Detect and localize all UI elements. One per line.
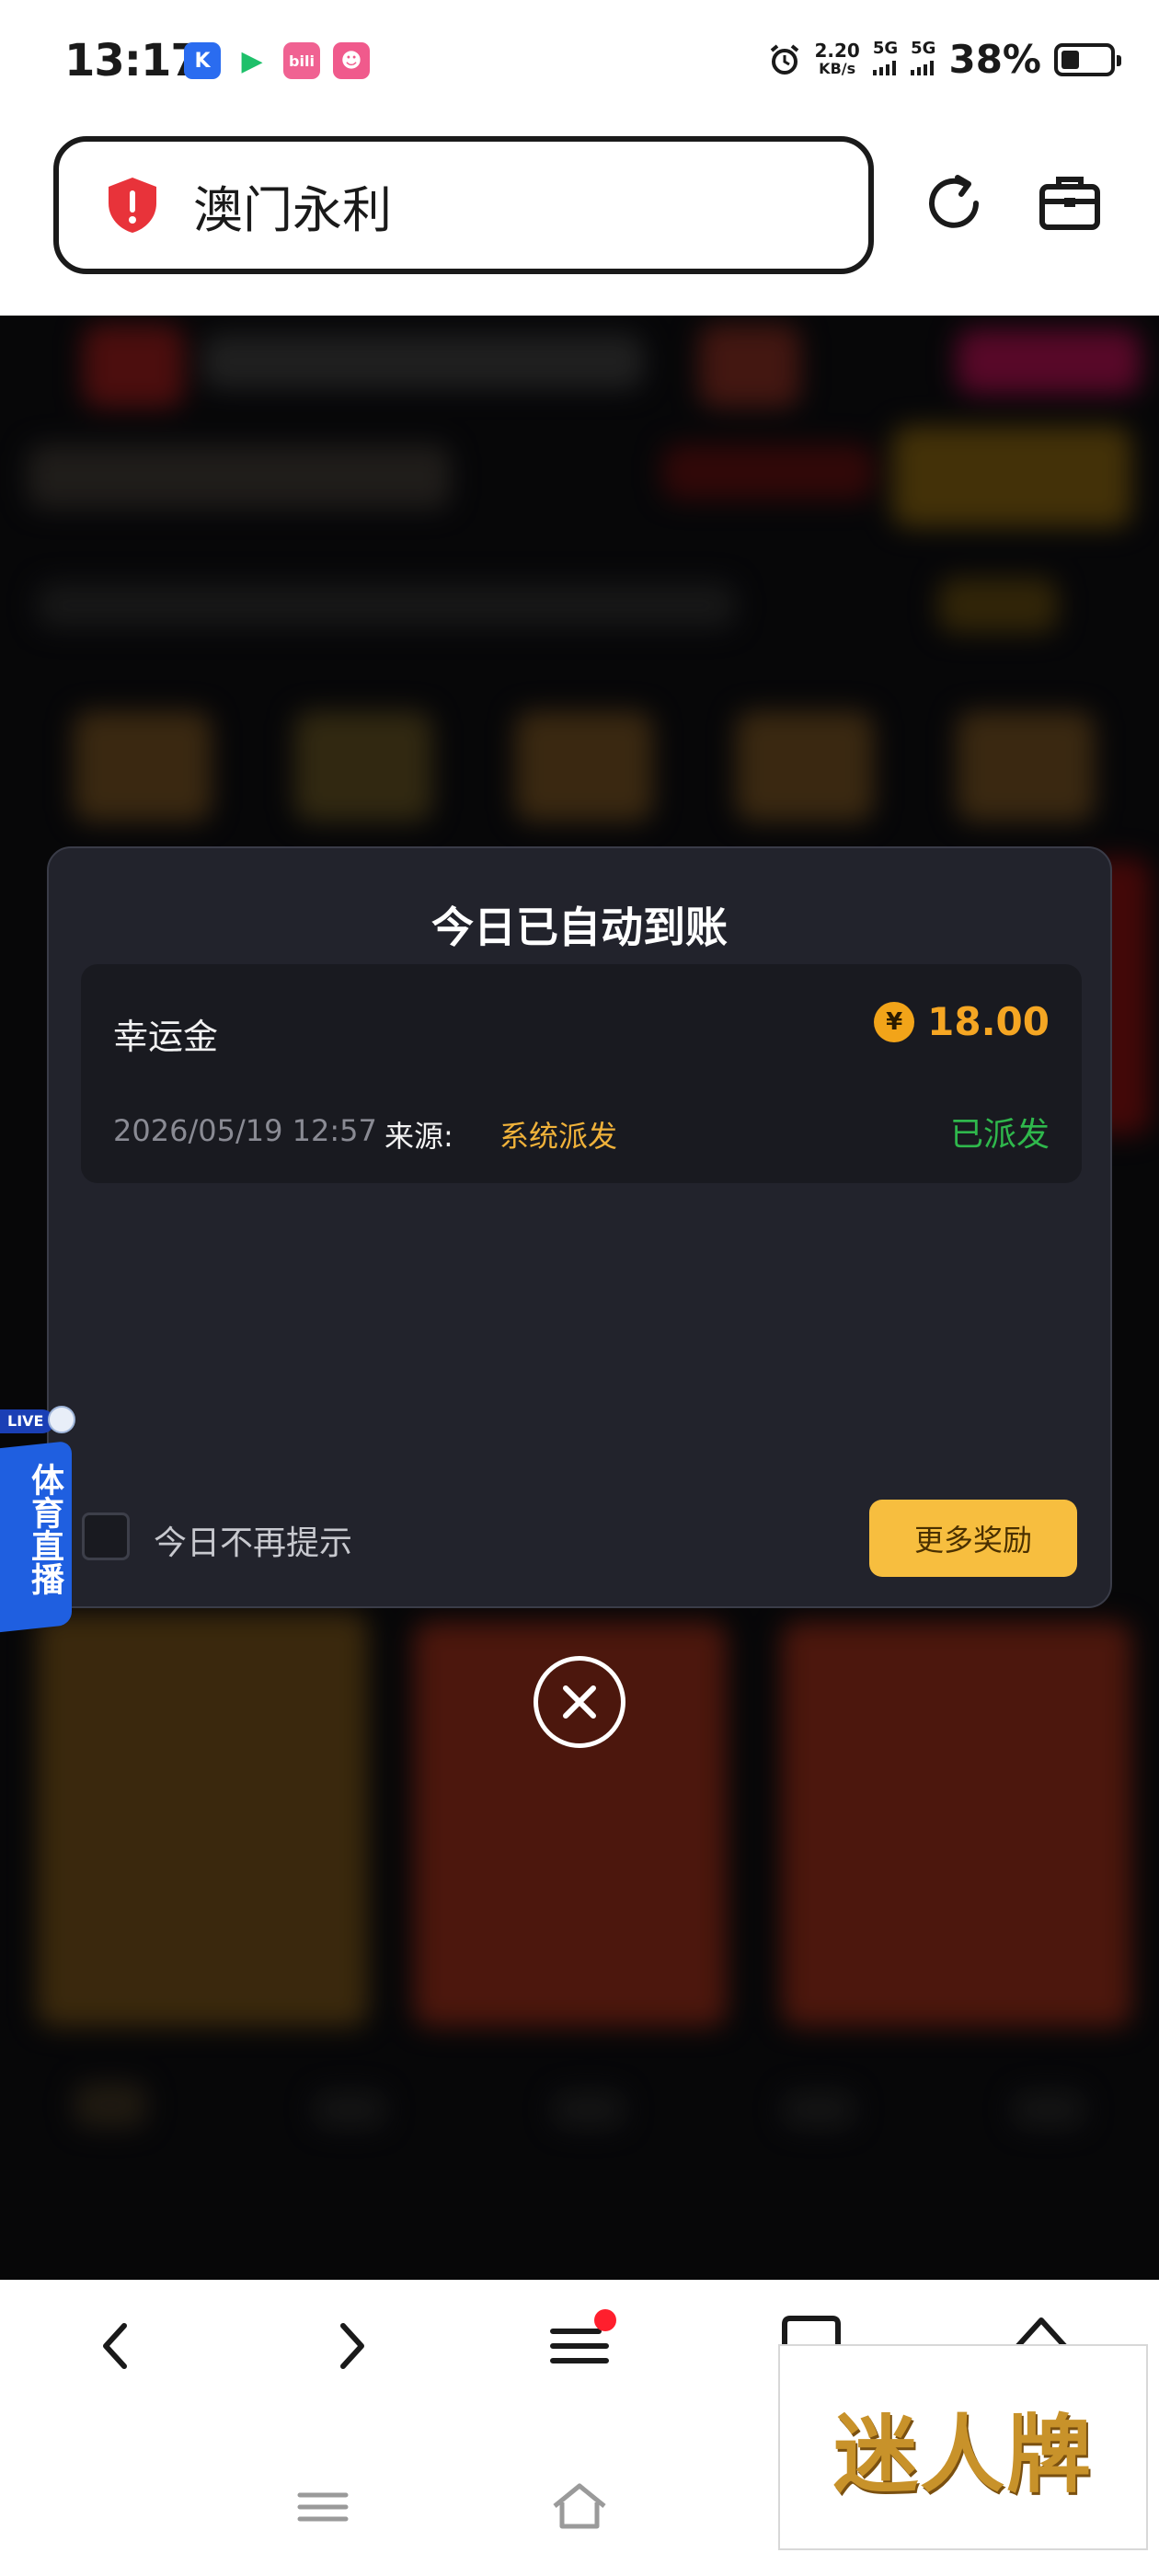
reload-button[interactable] bbox=[916, 166, 992, 241]
address-bar[interactable]: 澳门永利 bbox=[53, 136, 874, 274]
network-speed: 2.20 KB/s bbox=[814, 41, 859, 78]
record-datetime: 2026/05/19 12:57 bbox=[113, 1113, 377, 1148]
frog-icon: ☻ bbox=[333, 42, 370, 79]
speed-unit: KB/s bbox=[819, 59, 856, 77]
no-remind-checkbox[interactable] bbox=[82, 1512, 130, 1560]
toolbox-button[interactable] bbox=[1032, 166, 1107, 241]
modal-title: 今日已自动到账 bbox=[431, 903, 728, 952]
signal-1-label: 5G bbox=[872, 38, 899, 58]
chevron-left-icon bbox=[103, 2323, 127, 2369]
brand-watermark-text: 迷人牌 bbox=[832, 2404, 1093, 2504]
status-app-icons: K ▶ bili ☻ bbox=[184, 42, 370, 79]
credit-record-card: 幸运金 ¥ 18.00 2026/05/19 12:57 来源: 系统派发 已派… bbox=[81, 964, 1082, 1183]
kuaishou-icon: K bbox=[184, 42, 221, 79]
security-warning-icon bbox=[109, 178, 156, 233]
menu-button[interactable] bbox=[543, 2309, 616, 2383]
signal-1: 5G bbox=[872, 38, 899, 79]
brand-watermark: 迷人牌 bbox=[778, 2344, 1148, 2550]
speed-value: 2.20 bbox=[814, 39, 860, 62]
status-bar: 13:17 K ▶ bili ☻ 2.20 KB/s 5G 5G 38% bbox=[0, 0, 1159, 124]
system-menu-icon[interactable] bbox=[291, 2475, 355, 2539]
football-icon bbox=[48, 1406, 75, 1433]
video-icon: ▶ bbox=[234, 42, 270, 79]
battery-percent: 38% bbox=[948, 37, 1041, 82]
chevron-right-icon bbox=[340, 2323, 364, 2369]
no-remind-label[interactable]: 今日不再提示 bbox=[154, 1516, 352, 1564]
amount-value: 18.00 bbox=[927, 999, 1050, 1044]
source-value: 系统派发 bbox=[499, 1119, 618, 1154]
alarm-icon bbox=[771, 43, 799, 75]
battery-icon bbox=[1054, 42, 1121, 76]
signal-2: 5G bbox=[911, 40, 935, 79]
source-label: 来源: bbox=[384, 1119, 453, 1154]
close-icon bbox=[563, 1685, 596, 1719]
back-button[interactable] bbox=[79, 2309, 153, 2383]
bilibili-icon: bili bbox=[283, 42, 320, 79]
notification-dot bbox=[594, 2309, 616, 2331]
status-badge: 已派发 bbox=[949, 1116, 1050, 1154]
signal-bars-icon bbox=[872, 60, 896, 75]
more-rewards-button[interactable]: 更多奖励 bbox=[869, 1500, 1077, 1577]
signal-2-label: 5G bbox=[911, 38, 936, 58]
toolbox-icon bbox=[1039, 177, 1100, 230]
address-text: 澳门永利 bbox=[193, 180, 392, 239]
signal-bars-icon bbox=[911, 60, 935, 75]
record-name: 幸运金 bbox=[113, 1017, 219, 1057]
close-modal-button[interactable] bbox=[534, 1656, 625, 1748]
status-time: 13:17 bbox=[64, 35, 201, 86]
forward-button[interactable] bbox=[315, 2309, 388, 2383]
auto-credit-modal: 今日已自动到账 幸运金 ¥ 18.00 2026/05/19 12:57 来源:… bbox=[47, 846, 1112, 1608]
status-indicators: 2.20 KB/s 5G 5G 38% bbox=[768, 37, 1121, 82]
live-tag: LIVE bbox=[0, 1409, 55, 1433]
reload-icon bbox=[929, 175, 979, 228]
yuan-coin-icon: ¥ bbox=[874, 1001, 915, 1042]
battery-level bbox=[1061, 50, 1079, 69]
system-home-icon[interactable] bbox=[547, 2475, 612, 2539]
sports-live-label[interactable]: 体育直播 bbox=[7, 1463, 63, 1595]
record-amount: ¥ 18.00 bbox=[874, 999, 1050, 1044]
